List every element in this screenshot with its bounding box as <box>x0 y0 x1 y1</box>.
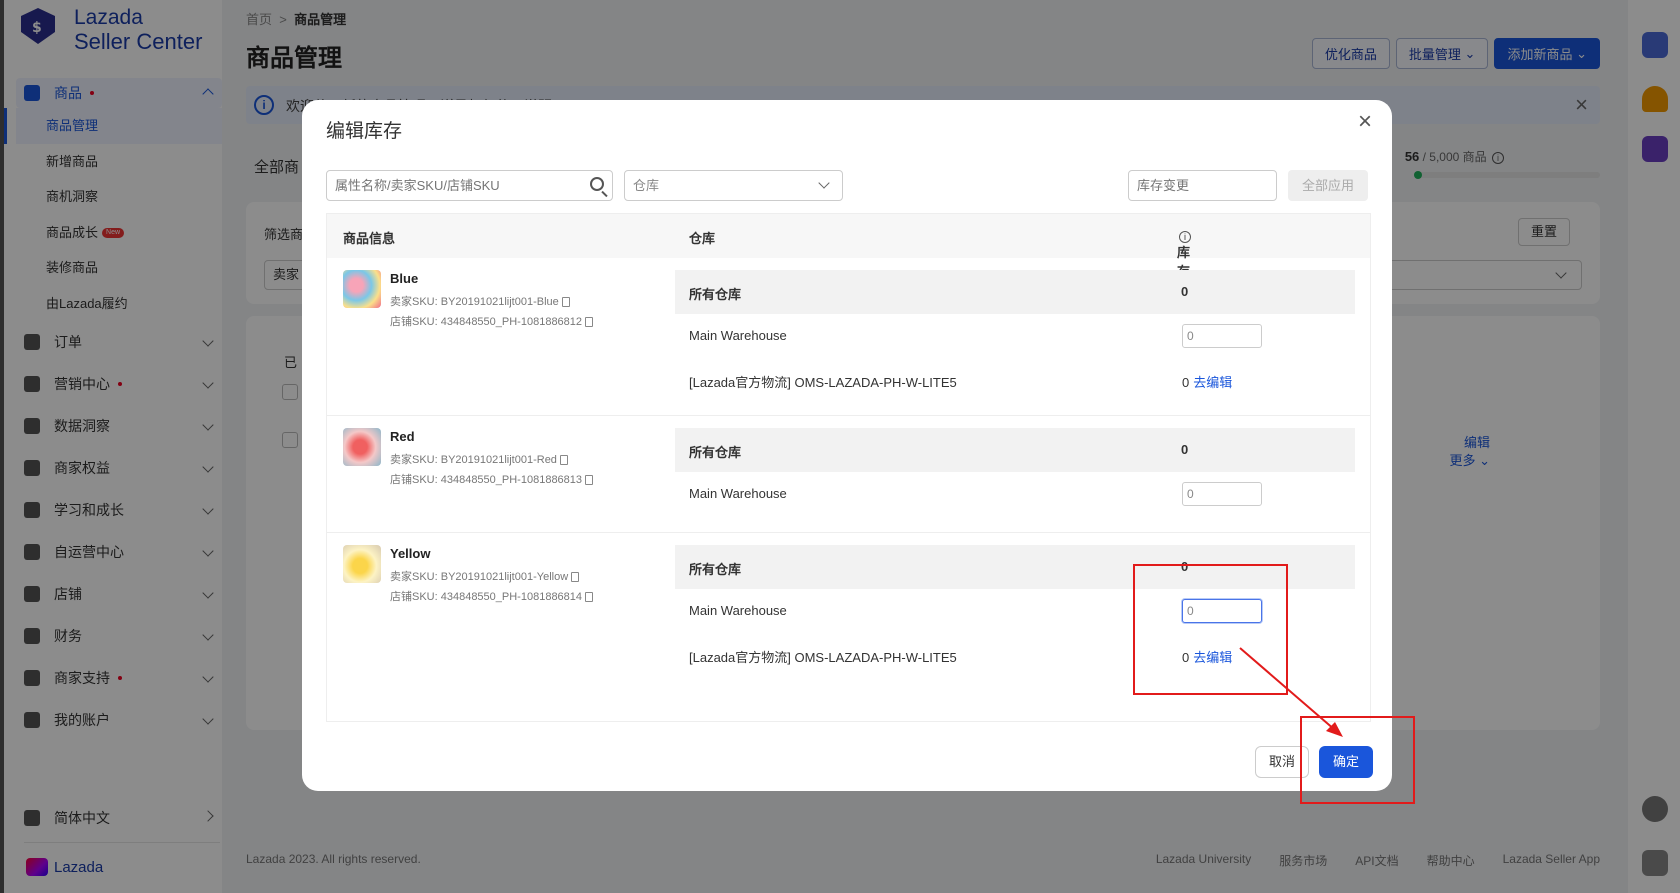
annotation-arrow-icon <box>1239 647 1343 737</box>
